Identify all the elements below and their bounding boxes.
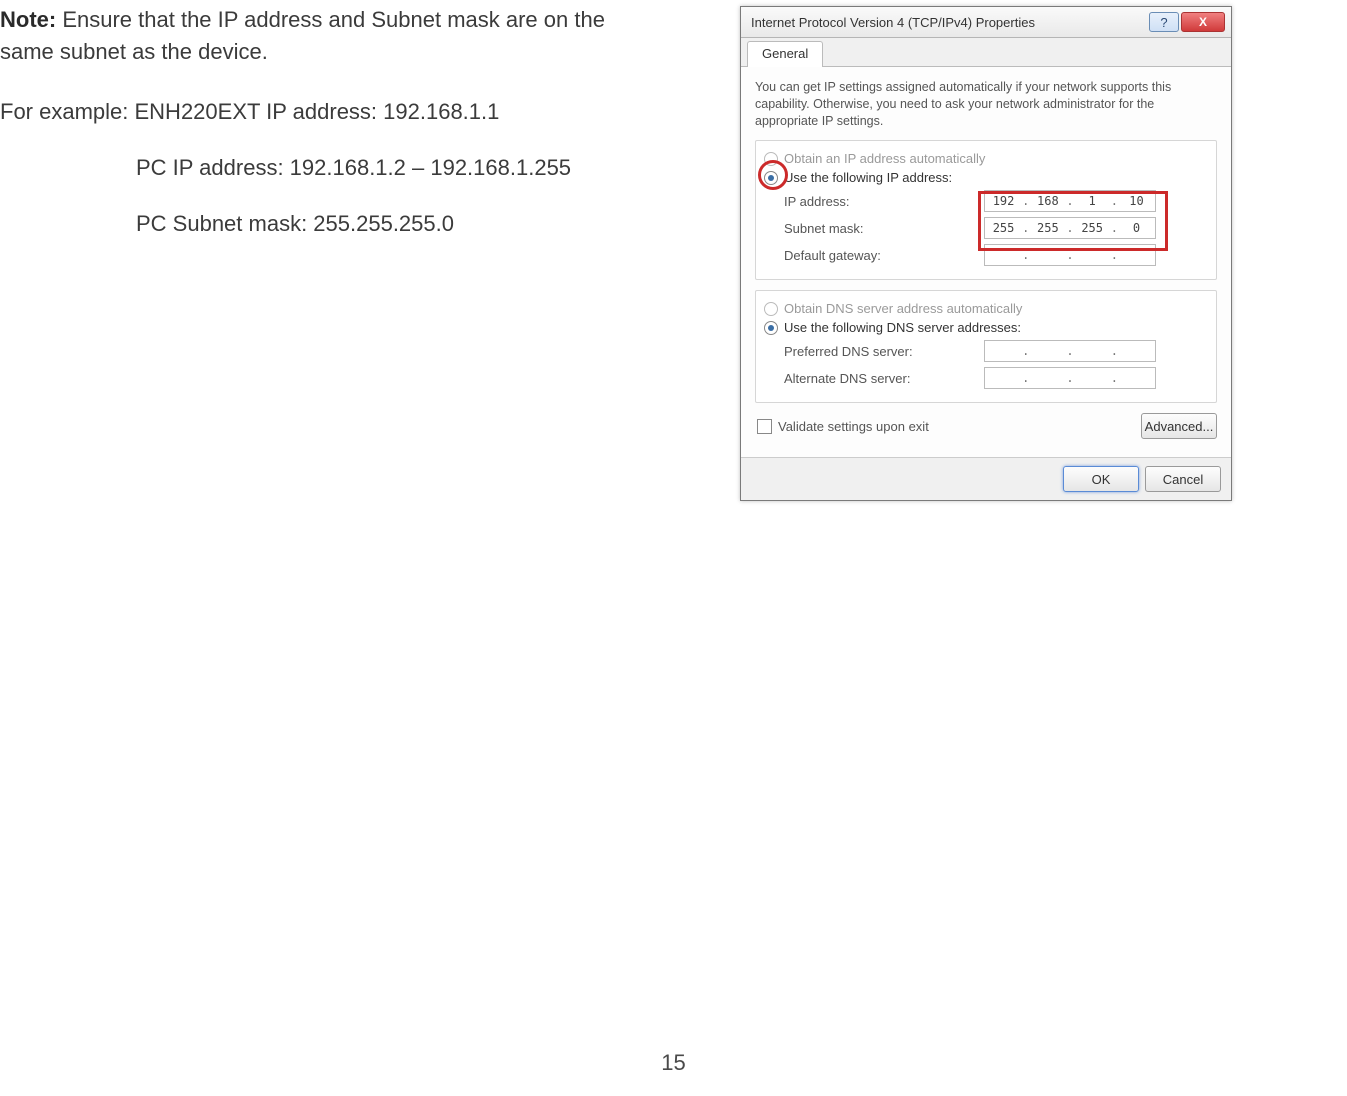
ok-button[interactable]: OK xyxy=(1063,466,1139,492)
radio-auto-dns-label: Obtain DNS server address automatically xyxy=(784,301,1022,316)
example-line-1: For example: ENH220EXT IP address: 192.1… xyxy=(0,96,630,128)
alternate-dns-row: Alternate DNS server: . . . xyxy=(764,367,1208,389)
radio-use-following-dns[interactable]: Use the following DNS server addresses: xyxy=(764,320,1208,335)
alternate-dns-label: Alternate DNS server: xyxy=(784,371,984,386)
example-line-3: PC Subnet mask: 255.255.255.0 xyxy=(136,208,630,240)
tcpip-properties-dialog: Internet Protocol Version 4 (TCP/IPv4) P… xyxy=(740,6,1232,501)
close-icon: X xyxy=(1199,15,1207,29)
radio-auto-ip-label: Obtain an IP address automatically xyxy=(784,151,985,166)
preferred-dns-input[interactable]: . . . xyxy=(984,340,1156,362)
ip-settings-group: Obtain an IP address automatically Use t… xyxy=(755,140,1217,280)
page-number: 15 xyxy=(0,1050,1347,1076)
dns-settings-group: Obtain DNS server address automatically … xyxy=(755,290,1217,403)
validate-settings-label: Validate settings upon exit xyxy=(778,419,929,434)
radio-icon xyxy=(764,302,778,316)
advanced-button[interactable]: Advanced... xyxy=(1141,413,1217,439)
description-text: You can get IP settings assigned automat… xyxy=(755,79,1217,130)
note-text: Note: Ensure that the IP address and Sub… xyxy=(0,4,630,68)
tab-general[interactable]: General xyxy=(747,41,823,67)
radio-manual-dns-label: Use the following DNS server addresses: xyxy=(784,320,1021,335)
default-gateway-label: Default gateway: xyxy=(784,248,984,263)
note-label: Note: xyxy=(0,7,56,32)
close-button[interactable]: X xyxy=(1181,12,1225,32)
radio-use-following-ip[interactable]: Use the following IP address: xyxy=(764,170,1208,185)
validate-settings-row[interactable]: Validate settings upon exit Advanced... xyxy=(757,413,1217,439)
checkbox-icon xyxy=(757,419,772,434)
radio-obtain-dns-auto[interactable]: Obtain DNS server address automatically xyxy=(764,301,1208,316)
titlebar[interactable]: Internet Protocol Version 4 (TCP/IPv4) P… xyxy=(741,7,1231,38)
note-body: Ensure that the IP address and Subnet ma… xyxy=(0,7,605,64)
red-box-annotation xyxy=(978,191,1168,251)
example-line-2: PC IP address: 192.168.1.2 – 192.168.1.2… xyxy=(136,152,630,184)
help-button[interactable]: ? xyxy=(1149,12,1179,32)
preferred-dns-label: Preferred DNS server: xyxy=(784,344,984,359)
example-text-1: ENH220EXT IP address: 192.168.1.1 xyxy=(135,99,500,124)
window-title: Internet Protocol Version 4 (TCP/IPv4) P… xyxy=(751,15,1149,30)
help-icon: ? xyxy=(1160,15,1167,30)
cancel-button[interactable]: Cancel xyxy=(1145,466,1221,492)
preferred-dns-row: Preferred DNS server: . . . xyxy=(764,340,1208,362)
radio-obtain-ip-auto[interactable]: Obtain an IP address automatically xyxy=(764,151,1208,166)
red-circle-annotation xyxy=(758,160,788,190)
example-prefix: For example: xyxy=(0,99,135,124)
subnet-mask-label: Subnet mask: xyxy=(784,221,984,236)
radio-manual-ip-label: Use the following IP address: xyxy=(784,170,952,185)
radio-icon xyxy=(764,321,778,335)
alternate-dns-input[interactable]: . . . xyxy=(984,367,1156,389)
dialog-button-row: OK Cancel xyxy=(741,457,1231,500)
tab-row: General xyxy=(741,38,1231,67)
ip-address-label: IP address: xyxy=(784,194,984,209)
